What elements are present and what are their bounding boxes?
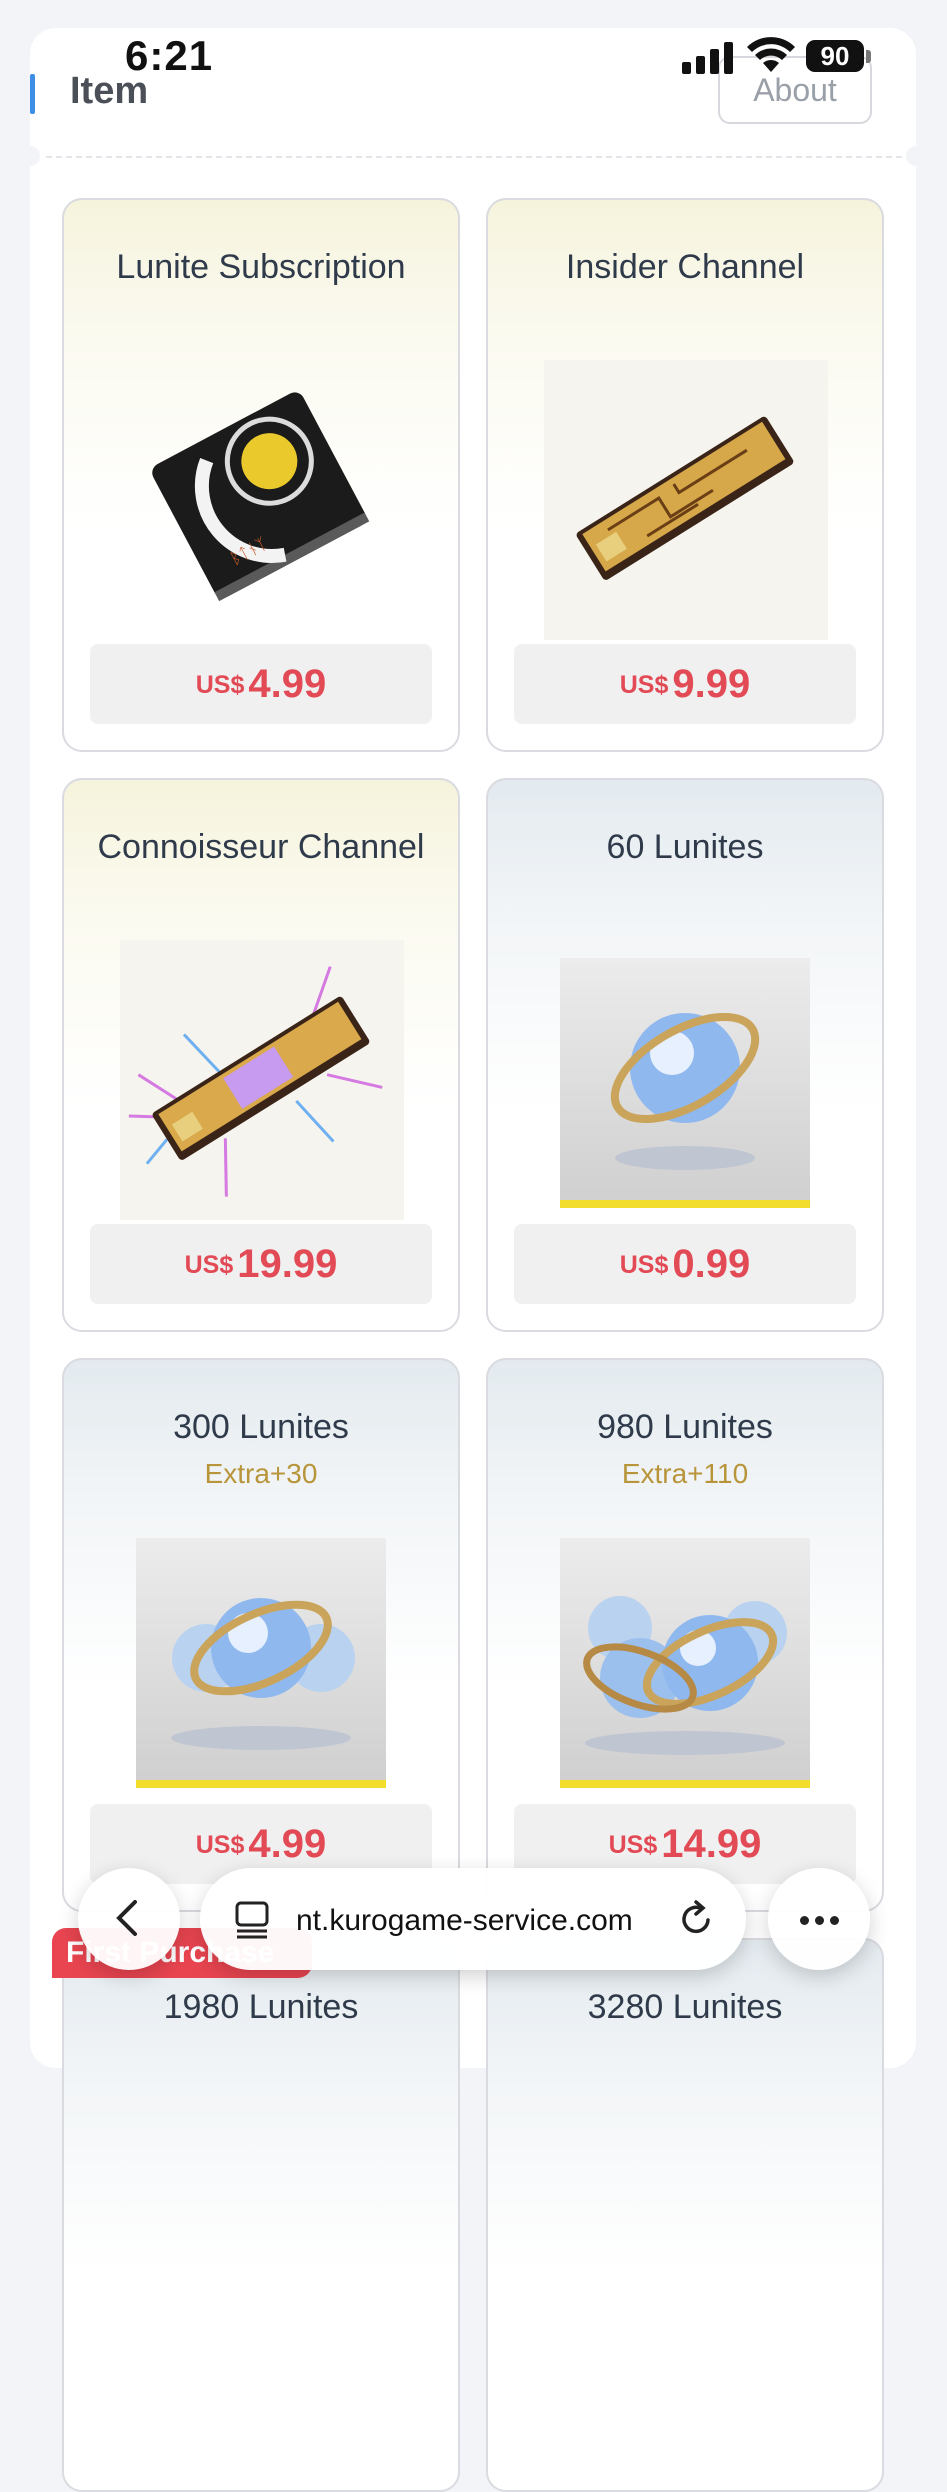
price-button[interactable]: US$ 19.99 — [90, 1224, 432, 1304]
lunite-orbs-icon — [136, 1538, 386, 1788]
lunite-orb-icon — [560, 958, 810, 1208]
item-card-insider-channel[interactable]: Insider Channel US$ 9.99 — [486, 198, 884, 752]
tabs-icon[interactable] — [234, 1900, 270, 1940]
price-value: 0.99 — [672, 1242, 751, 1286]
item-card-connoisseur-channel[interactable]: Connoisseur Channel US$ 19.99 — [62, 778, 460, 1332]
divider-notch-right — [906, 146, 926, 166]
back-button[interactable] — [78, 1868, 180, 1970]
item-bonus: Extra+110 — [621, 1458, 749, 1489]
item-title: 1980 Lunites — [163, 1988, 359, 2026]
item-card-lunite-subscription[interactable]: Lunite Subscription ᛒᛏᚾᛉ US$ 4.99 — [62, 198, 460, 752]
price-currency: US$ — [195, 671, 245, 699]
price-value: 4.99 — [248, 662, 327, 706]
more-options-button[interactable] — [768, 1868, 870, 1970]
url-text: nt.kurogame-service.com — [296, 1904, 633, 1937]
connoisseur-chip-icon — [120, 940, 404, 1220]
more-dot — [830, 1916, 839, 1925]
address-bar[interactable]: nt.kurogame-service.com — [200, 1868, 746, 1970]
insider-chip-icon — [544, 360, 828, 640]
price-currency: US$ — [184, 1251, 234, 1279]
item-card-980-lunites[interactable]: 980 Lunites Extra+110 US$ 14.99 — [486, 1358, 884, 1912]
item-title: 980 Lunites — [597, 1408, 773, 1446]
battery-tip — [866, 50, 871, 63]
price-button[interactable]: US$ 4.99 — [90, 644, 432, 724]
battery-indicator: 90 — [806, 40, 864, 72]
lunite-subscription-card-icon: ᛒᛏᚾᛉ — [134, 380, 384, 610]
item-bonus: Extra+30 — [204, 1458, 318, 1489]
lunite-orb-pile-icon — [560, 1538, 810, 1788]
price-value: 19.99 — [237, 1242, 338, 1286]
dashed-divider — [46, 156, 902, 158]
reload-icon[interactable] — [676, 1900, 716, 1940]
price-button[interactable]: US$ 9.99 — [514, 644, 856, 724]
more-dot — [800, 1916, 809, 1925]
item-card-300-lunites[interactable]: 300 Lunites Extra+30 US$ 4.99 — [62, 1358, 460, 1912]
price-currency: US$ — [619, 1251, 669, 1279]
browser-toolbar: nt.kurogame-service.com — [0, 1860, 947, 1970]
item-card-1980-lunites[interactable]: 1980 Lunites — [62, 1938, 460, 2492]
item-title: 60 Lunites — [606, 828, 764, 866]
store-panel: Item About Lunite Subscription ᛒᛏᚾᛉ US$ 4… — [20, 28, 926, 2492]
status-bar: 6:21 90 — [0, 0, 947, 110]
chevron-left-icon — [116, 1900, 137, 1936]
item-title: 3280 Lunites — [587, 1988, 783, 2026]
item-card-3280-lunites[interactable]: 3280 Lunites — [486, 1938, 884, 2492]
divider-notch-left — [20, 146, 40, 166]
item-card-60-lunites[interactable]: 60 Lunites US$ 0.99 — [486, 778, 884, 1332]
wifi-icon — [746, 36, 796, 74]
price-button[interactable]: US$ 0.99 — [514, 1224, 856, 1304]
item-title: 300 Lunites — [173, 1408, 349, 1446]
item-title: Insider Channel — [565, 248, 805, 286]
item-title: Lunite Subscription — [116, 248, 406, 286]
price-value: 9.99 — [672, 662, 751, 706]
price-currency: US$ — [195, 1831, 245, 1859]
status-time: 6:21 — [125, 32, 214, 79]
price-currency: US$ — [608, 1831, 658, 1859]
cellular-signal-icon — [682, 40, 736, 74]
price-currency: US$ — [619, 671, 669, 699]
more-dot — [815, 1916, 824, 1925]
item-title: Connoisseur Channel — [97, 828, 425, 866]
